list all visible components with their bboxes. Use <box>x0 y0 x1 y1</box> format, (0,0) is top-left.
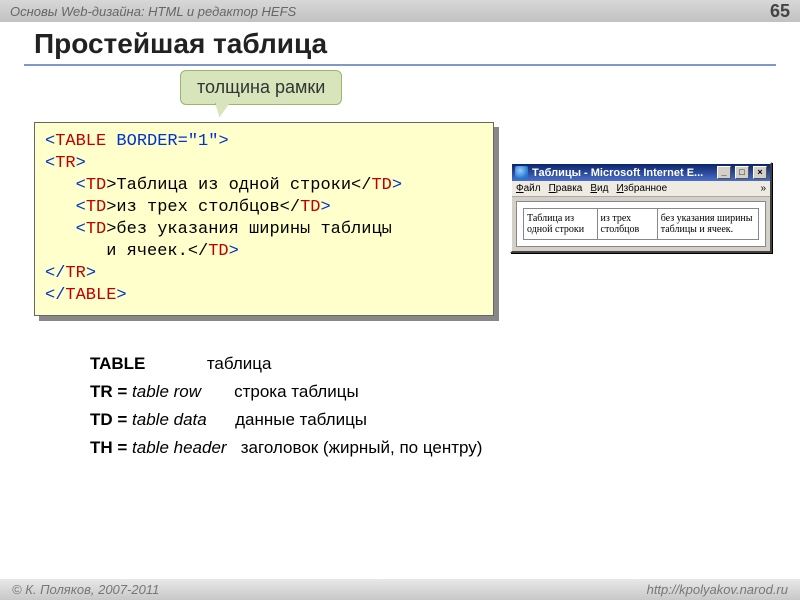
minimize-button[interactable]: _ <box>717 166 731 179</box>
footer-url: http://kpolyakov.narod.ru <box>647 582 788 597</box>
footer: © К. Поляков, 2007-2011 http://kpolyakov… <box>0 579 800 600</box>
rendered-table: Таблица из одной строки из трех столбцов… <box>523 208 759 240</box>
callout-border-width: толщина рамки <box>180 70 342 105</box>
menu-favorites[interactable]: Избранное <box>616 183 667 194</box>
page-number: 65 <box>770 1 790 22</box>
copyright: © К. Поляков, 2007-2011 <box>12 582 159 597</box>
header-band: Основы Web-дизайна: HTML и редактор HEFS… <box>0 0 800 22</box>
menu-edit[interactable]: Правка <box>549 183 583 194</box>
code-sample: <TABLE BORDER="1"> <TR> <TD>Таблица из о… <box>34 122 494 316</box>
close-button[interactable]: × <box>753 166 767 179</box>
browser-body: Таблица из одной строки из трех столбцов… <box>516 201 766 247</box>
table-cell: из трех столбцов <box>597 209 657 240</box>
browser-preview: Таблицы - Microsoft Internet E... _ □ × … <box>510 162 772 253</box>
title-rule <box>24 64 776 66</box>
definitions-list: TABLE таблица TR = table row строка табл… <box>90 350 482 462</box>
browser-titlebar: Таблицы - Microsoft Internet E... _ □ × <box>512 164 770 181</box>
table-row: Таблица из одной строки из трех столбцов… <box>524 209 759 240</box>
table-cell: без указания ширины таблицы и ячеек. <box>657 209 758 240</box>
menu-more-icon[interactable]: » <box>760 183 766 194</box>
table-cell: Таблица из одной строки <box>524 209 598 240</box>
browser-menubar: Файл Правка Вид Избранное » <box>512 181 770 197</box>
page-title: Простейшая таблица <box>0 22 800 62</box>
browser-title-text: Таблицы - Microsoft Internet E... <box>532 167 713 179</box>
menu-view[interactable]: Вид <box>590 183 608 194</box>
breadcrumb: Основы Web-дизайна: HTML и редактор HEFS <box>10 4 296 19</box>
ie-icon <box>515 166 528 179</box>
maximize-button[interactable]: □ <box>735 166 749 179</box>
menu-file[interactable]: Файл <box>516 183 541 194</box>
